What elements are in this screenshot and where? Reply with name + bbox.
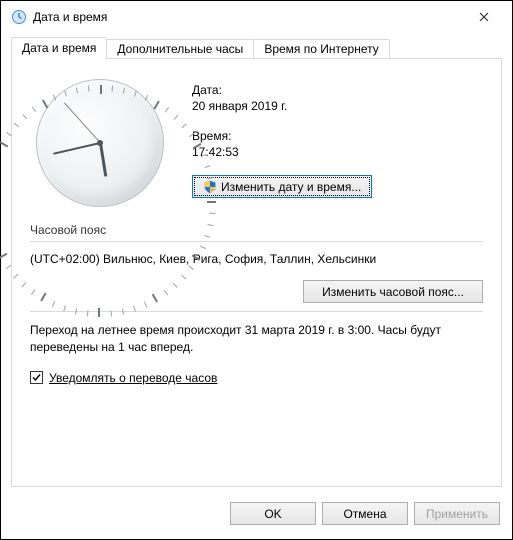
uac-shield-icon [203, 180, 217, 194]
notify-dst-label: Уведомлять о переводе часов [49, 371, 217, 385]
notify-dst-row[interactable]: Уведомлять о переводе часов [30, 371, 483, 385]
apply-button[interactable]: Применить [414, 502, 500, 525]
dst-info-text: Переход на летнее время происходит 31 ма… [30, 322, 483, 357]
change-timezone-button[interactable]: Изменить часовой пояс... [303, 280, 483, 303]
time-label: Время: [192, 129, 372, 143]
window-title: Дата и время [33, 10, 464, 24]
timezone-value: (UTC+02:00) Вильнюс, Киев, Рига, София, … [30, 252, 483, 266]
change-timezone-label: Изменить часовой пояс... [322, 285, 464, 299]
time-value: 17:42:53 [192, 145, 372, 159]
date-value: 20 января 2019 г. [192, 99, 372, 113]
checkmark-icon [31, 372, 42, 383]
date-label: Дата: [192, 83, 372, 97]
dialog-button-row: OK Отмена Применить [1, 494, 512, 539]
notify-dst-checkbox[interactable] [30, 371, 43, 384]
titlebar: Дата и время [1, 1, 512, 33]
date-time-window: Дата и время Дата и время Дополнительные… [0, 0, 513, 540]
analog-clock [36, 79, 166, 209]
tab-date-time[interactable]: Дата и время [11, 37, 107, 59]
close-button[interactable] [464, 3, 504, 31]
date-time-info: Дата: 20 января 2019 г. Время: 17:42:53 … [192, 79, 372, 209]
cancel-button[interactable]: Отмена [322, 502, 408, 525]
ok-button[interactable]: OK [230, 502, 316, 525]
change-date-time-label: Изменить дату и время... [221, 180, 361, 194]
timezone-heading: Часовой пояс [30, 223, 483, 237]
tab-strip: Дата и время Дополнительные часы Время п… [1, 33, 512, 59]
change-date-time-button[interactable]: Изменить дату и время... [192, 175, 372, 198]
close-icon [479, 12, 489, 22]
divider [30, 241, 483, 242]
tab-panel-date-time: Дата: 20 января 2019 г. Время: 17:42:53 … [11, 58, 502, 487]
clock-app-icon [11, 9, 27, 25]
